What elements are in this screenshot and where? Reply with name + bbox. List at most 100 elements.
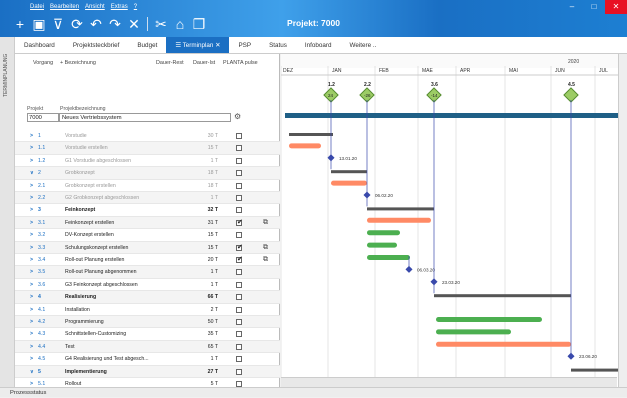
pulse-checkbox[interactable]: ✔ [236, 244, 243, 251]
table-row[interactable]: >3 Feinkonzept 32 T [15, 204, 280, 217]
tab-infoboard[interactable]: Infoboard [296, 37, 341, 53]
tab-projektsteckbrief[interactable]: Projektsteckbrief [64, 37, 129, 53]
pulse-checkbox[interactable] [236, 281, 242, 288]
tab-psp[interactable]: PSP [229, 37, 260, 53]
expand-icon[interactable]: > [30, 254, 33, 266]
column-header-dauer-ist[interactable]: Dauer-Ist [193, 60, 215, 66]
pulse-checkbox[interactable] [236, 319, 242, 325]
expand-icon[interactable]: > [30, 130, 33, 142]
horizontal-scrollbar[interactable] [281, 377, 617, 387]
table-row[interactable]: >4.2 Programmierung 50 T [15, 316, 280, 329]
vertical-scrollbar[interactable] [618, 54, 627, 387]
pulse-checkbox[interactable] [236, 157, 242, 164]
expand-icon[interactable]: > [30, 192, 33, 204]
project-id-field[interactable]: 7000 [27, 113, 59, 122]
column-header-dauer-rest[interactable]: Dauer-Rest [156, 60, 184, 66]
expand-icon[interactable]: > [30, 304, 33, 316]
pulse-checkbox[interactable] [236, 232, 242, 239]
table-row[interactable]: >2.1 Grobkonzept erstellen 18 T [15, 180, 280, 192]
expand-icon[interactable]: > [30, 341, 33, 353]
table-row[interactable]: >4.3 Schnittstellen-Customizing 35 T [15, 328, 280, 341]
table-row[interactable]: >4.1 Installation 2 T [15, 304, 280, 316]
tab-dashboard[interactable]: Dashboard [15, 37, 64, 53]
pulse-checkbox[interactable] [236, 269, 242, 276]
task-description: Schnittstellen-Customizing [65, 331, 127, 338]
tab-budget[interactable]: Budget [128, 37, 166, 53]
project-name-field[interactable]: Neues Vertriebssystem [59, 113, 231, 122]
expand-icon[interactable]: > [30, 217, 33, 229]
expand-icon[interactable]: > [30, 328, 33, 340]
column-header-bezeichnung[interactable]: + Bezeichnung [60, 60, 96, 66]
table-row[interactable]: >2.2 G2 Grobkonzept abgeschlossen 1 T [15, 192, 280, 205]
pulse-checkbox[interactable] [236, 331, 242, 338]
expand-icon[interactable]: > [30, 155, 33, 167]
expand-icon[interactable]: > [30, 316, 33, 328]
pulse-checkbox[interactable]: ✔ [236, 219, 243, 226]
pulse-checkbox[interactable] [236, 133, 242, 139]
menu-ansicht[interactable]: Ansicht [85, 4, 105, 10]
table-row[interactable]: >3.4 Roll-out Planung erstellen 20 T ✔ ⧉ [15, 254, 280, 267]
pulse-checkbox[interactable] [236, 182, 242, 189]
close-button[interactable]: ✕ [605, 0, 627, 14]
pulse-checkbox[interactable] [236, 170, 242, 177]
table-row[interactable]: >3.1 Feinkonzept erstellen 31 T ✔ ⧉ [15, 216, 280, 230]
expand-icon[interactable]: > [30, 291, 33, 303]
milestone-label: 3.6 [431, 82, 438, 88]
expand-icon[interactable]: > [30, 266, 33, 278]
menu-datei[interactable]: Datei [30, 4, 44, 10]
milestone-date: 06.03.20 [417, 267, 435, 272]
pulse-checkbox[interactable] [236, 294, 242, 301]
column-header-vorgang[interactable]: Vorgang [33, 60, 53, 66]
external-link-icon[interactable]: ⧉ [263, 254, 268, 266]
pulse-checkbox[interactable] [236, 368, 242, 375]
table-row[interactable]: >3.5 Roll-out Planung abgenommen 1 T [15, 266, 280, 279]
table-row[interactable]: ∨ 5 Implementierung 27 T [15, 365, 280, 378]
menu-extras[interactable]: Extras [111, 4, 128, 10]
expand-icon[interactable]: > [30, 242, 33, 254]
year-label: 2020 [568, 59, 579, 65]
expand-icon[interactable]: > [30, 142, 33, 154]
tab-weitere[interactable]: Weitere .. [341, 37, 386, 53]
expand-icon[interactable]: > [30, 180, 33, 192]
task-description: DV-Konzept erstellen [65, 232, 114, 239]
menu-bearbeiten[interactable]: Bearbeiten [50, 4, 79, 10]
expand-icon[interactable]: > [30, 204, 33, 216]
menu-help[interactable]: ? [134, 4, 137, 10]
pulse-checkbox[interactable] [236, 343, 242, 350]
expand-icon[interactable]: ∨ [30, 366, 34, 378]
tab-terminplan[interactable]: ☰ Terminplan ✕ [166, 37, 230, 53]
side-strip[interactable]: TERMINPLANUNG [0, 37, 15, 387]
expand-icon[interactable]: ∨ [30, 167, 34, 179]
table-row[interactable]: >1.2 G1 Vorstudie abgeschlossen 1 T [15, 155, 280, 168]
gear-icon[interactable]: ⚙ [234, 112, 241, 121]
tab-close-icon[interactable]: ✕ [215, 42, 220, 49]
pulse-checkbox[interactable] [236, 195, 242, 201]
pulse-checkbox[interactable] [236, 356, 242, 363]
expand-icon[interactable]: > [30, 279, 33, 291]
external-link-icon[interactable]: ⧉ [263, 217, 268, 229]
pulse-checkbox[interactable] [236, 145, 242, 152]
minimize-button[interactable]: – [561, 0, 583, 14]
table-row[interactable]: >3.2 DV-Konzept erstellen 15 T [15, 229, 280, 242]
task-table: Vorgang + Bezeichnung Dauer-Rest Dauer-I… [15, 54, 280, 391]
task-number: 4.2 [38, 319, 46, 325]
expand-icon[interactable]: > [30, 229, 33, 241]
task-description: Roll-out Planung erstellen [65, 257, 125, 263]
table-row[interactable]: >4.5 G4 Realisierung und Test abgesch... 1… [15, 353, 280, 366]
table-row[interactable]: >1.1 Vorstudie erstellen 15 T [15, 142, 280, 155]
table-row[interactable]: >4 Realisierung 66 T [15, 291, 280, 304]
expand-icon[interactable]: > [30, 353, 33, 365]
column-header-planta-pulse[interactable]: PLANTA pulse [223, 60, 258, 66]
pulse-checkbox[interactable]: ✔ [236, 256, 243, 263]
table-row[interactable]: >1 Vorstudie 30 T [15, 130, 280, 143]
table-row[interactable]: ∨ 2 Grobkonzept 18 T [15, 167, 280, 180]
external-link-icon[interactable]: ⧉ [263, 242, 268, 254]
tab-status[interactable]: Status [260, 37, 296, 53]
table-row[interactable]: >3.6 G3 Feinkonzept abgeschlossen 1 T [15, 279, 280, 292]
pulse-checkbox[interactable] [236, 306, 242, 313]
table-row[interactable]: >3.3 Schulungskonzept erstellen 15 T ✔ ⧉ [15, 241, 280, 254]
table-row[interactable]: >4.4 Test 65 T [15, 340, 280, 354]
task-description: Roll-out Planung abgenommen [65, 269, 137, 276]
maximize-button[interactable]: □ [583, 0, 605, 14]
pulse-checkbox[interactable] [236, 207, 242, 214]
